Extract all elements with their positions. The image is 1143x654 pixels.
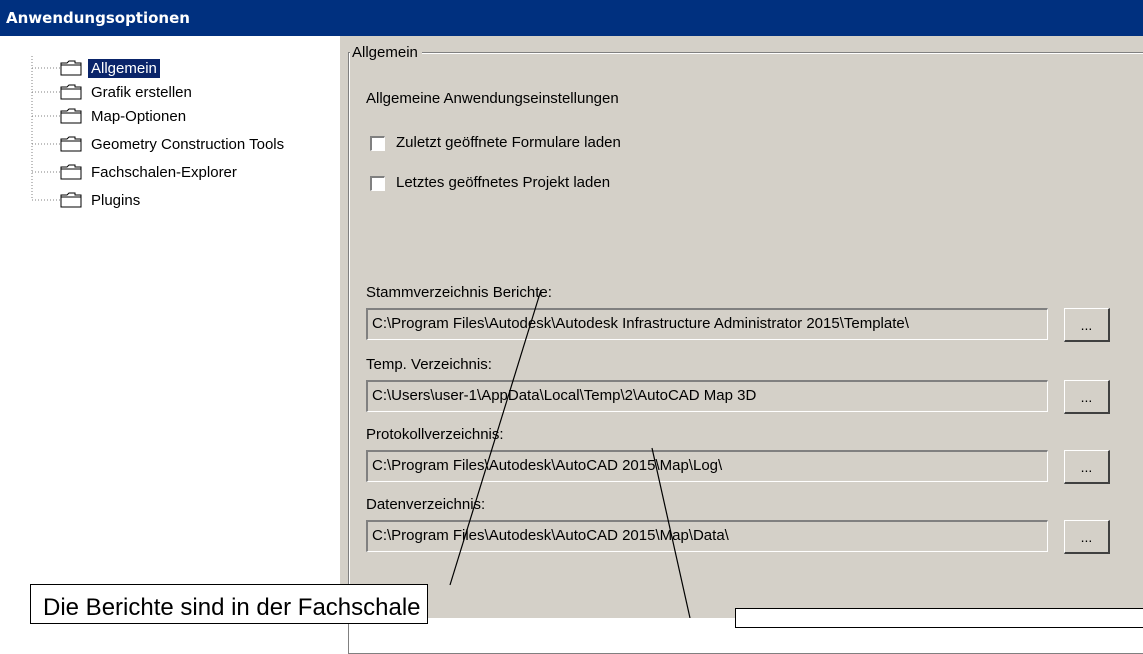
folder-icon [60,136,82,152]
label-stammverzeichnis: Stammverzeichnis Berichte: [366,284,552,301]
checkbox-label-formulare: Zuletzt geöffnete Formulare laden [396,134,621,151]
browse-protokoll-button[interactable]: ... [1064,450,1110,484]
tree-item-label: Map-Optionen [91,107,187,125]
tree-item-label: Plugins [91,191,141,209]
settings-panel: Allgemein Allgemeine Anwendungseinstellu… [340,36,1143,654]
group-title: Allgemein [350,44,422,61]
tree-item-allgemein[interactable]: Allgemein [8,56,160,80]
datenverzeichnis-field[interactable]: C:\Program Files\Autodesk\AutoCAD 2015\M… [366,520,1048,552]
tree-item-label: Grafik erstellen [91,83,192,101]
annotation-callout-right [735,608,1143,628]
stammverzeichnis-field[interactable]: C:\Program Files\Autodesk\Autodesk Infra… [366,308,1048,340]
window-title: Anwendungsoptionen [0,0,1143,36]
protokollverzeichnis-field[interactable]: C:\Program Files\Autodesk\AutoCAD 2015\M… [366,450,1048,482]
folder-icon [60,84,82,100]
annotation-callout-berichte: Die Berichte sind in der Fachschale enth… [30,584,428,624]
tree-item-label: Allgemein [88,58,160,78]
browse-daten-button[interactable]: ... [1064,520,1110,554]
browse-temp-button[interactable]: ... [1064,380,1110,414]
folder-icon [60,60,82,76]
folder-icon [60,164,82,180]
checkbox-projekt-laden[interactable] [370,176,385,191]
tree-item-plugins[interactable]: Plugins [8,188,143,212]
folder-icon [60,192,82,208]
checkbox-label-projekt: Letztes geöffnetes Projekt laden [396,174,611,191]
tree-item-fachschalen-explorer[interactable]: Fachschalen-Explorer [8,160,240,184]
tree-item-geometry-construction-tools[interactable]: Geometry Construction Tools [8,132,287,156]
temp-verzeichnis-field[interactable]: C:\Users\user-1\AppData\Local\Temp\2\Aut… [366,380,1048,412]
browse-stammverzeichnis-button[interactable]: ... [1064,308,1110,342]
tree-item-label: Fachschalen-Explorer [91,163,237,181]
options-tree: Allgemein Grafik erstellen Map-Optionen … [8,42,342,618]
label-protokollverzeichnis: Protokollverzeichnis: [366,426,504,443]
label-temp-verzeichnis: Temp. Verzeichnis: [366,356,492,373]
checkbox-formulare-laden[interactable] [370,136,385,151]
section-subtitle: Allgemeine Anwendungseinstellungen [366,90,619,107]
tree-item-grafik-erstellen[interactable]: Grafik erstellen [8,80,195,104]
tree-item-map-optionen[interactable]: Map-Optionen [8,104,189,128]
label-datenverzeichnis: Datenverzeichnis: [366,496,486,513]
tree-item-label: Geometry Construction Tools [91,135,285,153]
folder-icon [60,108,82,124]
